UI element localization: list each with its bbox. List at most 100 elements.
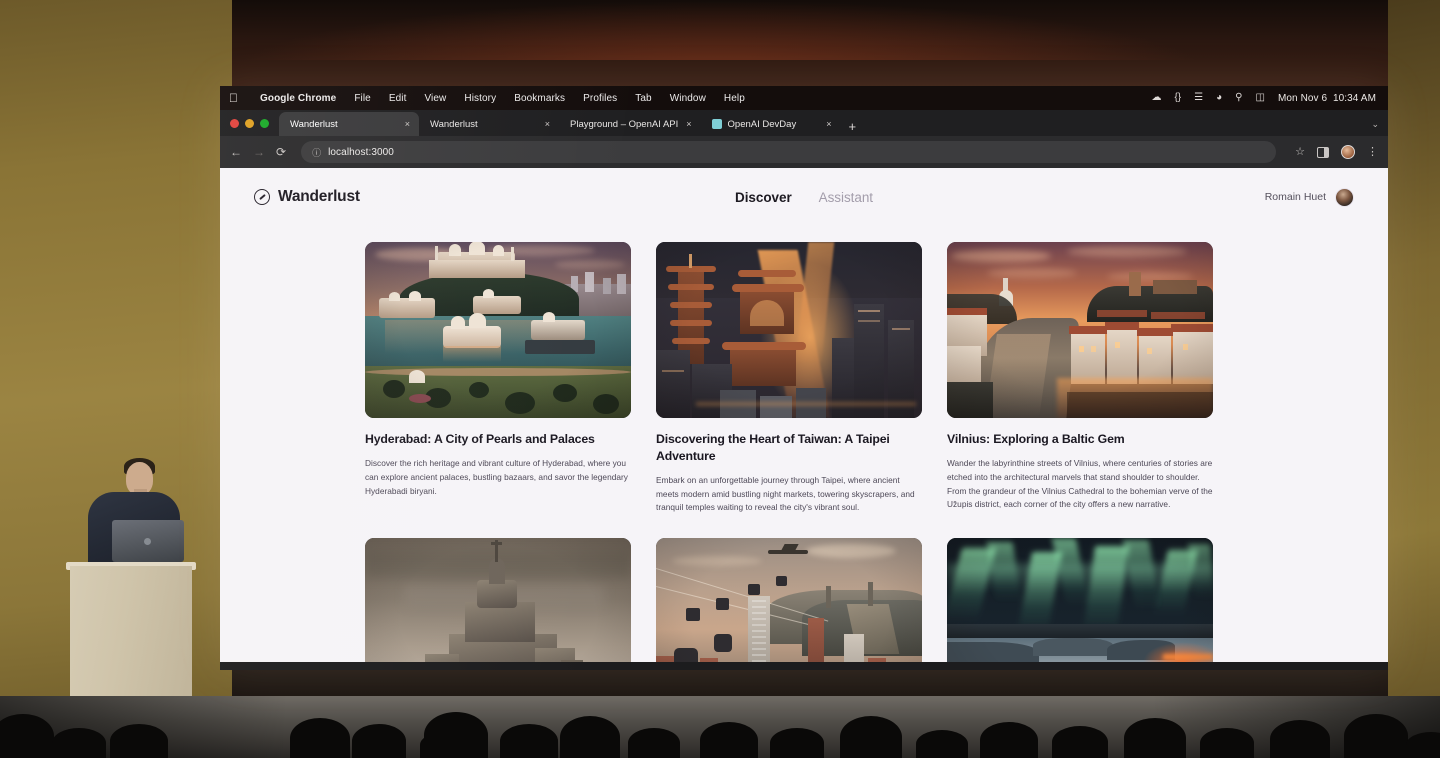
close-tab-icon[interactable]: × [543,119,552,129]
audience-head [628,728,680,758]
menu-item-view[interactable]: View [415,93,455,104]
audience-head [52,728,106,758]
tab-title: Wanderlust [430,119,537,130]
avatar[interactable] [1335,188,1354,207]
destination-card[interactable] [656,538,922,662]
address-bar-value: localhost:3000 [328,147,394,158]
search-icon[interactable]: ⚲ [1235,93,1242,103]
card-image-mont-saint-michel[interactable] [365,538,631,662]
menu-item-file[interactable]: File [345,93,380,104]
site-logo[interactable]: Wanderlust [254,188,360,206]
card-image-vilnius[interactable] [947,242,1213,418]
wanderlust-web-page: Wanderlust Discover Assistant Romain Hue… [220,168,1388,662]
tab-search-area[interactable]: ⌄ [1371,114,1388,136]
chrome-toolbar: ← → ⟳ ⓘ localhost:3000 ☆ ⋮ [220,136,1388,168]
maximize-window-button[interactable] [260,119,269,128]
forward-button[interactable]: → [253,146,265,158]
profile-avatar[interactable] [1341,145,1355,159]
menu-item-help[interactable]: Help [715,93,754,104]
browser-tab-playground[interactable]: Playground – OpenAI API × [559,112,701,136]
menu-item-history[interactable]: History [455,93,505,104]
code-brackets-icon[interactable]: {} [1174,93,1181,103]
card-image-taipei[interactable] [656,242,922,418]
destination-card[interactable]: Vilnius: Exploring a Baltic Gem Wander t… [947,242,1213,515]
audio-levels-icon[interactable]: ☰ [1194,93,1203,103]
menu-item-bookmarks[interactable]: Bookmarks [505,93,574,104]
card-image-aurora[interactable] [947,538,1213,662]
close-window-button[interactable] [230,119,239,128]
audience-head [1344,714,1408,758]
card-title: Vilnius: Exploring a Baltic Gem [947,431,1213,448]
apple-menu-icon[interactable]:  [229,92,238,104]
destination-card-grid: Hyderabad: A City of Pearls and Palaces … [220,242,1388,662]
destination-card[interactable] [365,538,631,662]
nav-tab-assistant[interactable]: Assistant [819,190,873,205]
stage-wall-right [1388,0,1440,758]
menu-bar-clock[interactable]: Mon Nov 6 10:34 AM [1278,93,1376,104]
tab-favicon [712,119,722,129]
destination-card[interactable]: Discovering the Heart of Taiwan: A Taipe… [656,242,922,515]
control-center-icon[interactable]: ◫ [1255,93,1264,103]
audience-head [424,712,488,758]
window-controls[interactable] [228,110,279,136]
audience-head [1124,718,1186,758]
audience-head [0,714,54,758]
wifi-icon[interactable]: ◕ [1216,93,1222,103]
laptop-logo [144,538,151,545]
projection-screen:  Google Chrome File Edit View History B… [220,86,1388,670]
chevron-down-icon[interactable]: ⌄ [1371,119,1379,129]
close-tab-icon[interactable]: × [684,119,693,129]
destination-card[interactable] [947,538,1213,662]
tab-title: Wanderlust [290,119,397,130]
new-tab-button[interactable]: + [841,120,865,136]
browser-tab-openai-devday[interactable]: OpenAI DevDay × [701,112,841,136]
card-title: Discovering the Heart of Taiwan: A Taipe… [656,431,922,465]
card-description: Wander the labyrinthine streets of Vilni… [947,457,1213,512]
audience-head [1406,732,1440,758]
tab-title: OpenAI DevDay [728,119,819,130]
card-image-city-skyline[interactable] [656,538,922,662]
address-bar[interactable]: ⓘ localhost:3000 [301,141,1276,163]
cloud-icon[interactable]: ☁ [1151,93,1161,103]
chrome-tab-strip: Wanderlust × Wanderlust × Playground – O… [220,110,1388,136]
macos-menu-bar:  Google Chrome File Edit View History B… [220,86,1388,110]
bookmark-star-icon[interactable]: ☆ [1295,147,1305,158]
audience-head [290,718,350,758]
close-tab-icon[interactable]: × [824,119,833,129]
audience-head [1052,726,1108,758]
audience-head [980,722,1038,758]
tab-title: Playground – OpenAI API [570,119,678,130]
back-button[interactable]: ← [230,146,242,158]
stage-light-glow [230,0,1210,60]
user-account[interactable]: Romain Huet [1265,188,1354,207]
browser-tab-wanderlust-2[interactable]: Wanderlust × [419,112,559,136]
compass-icon [254,189,270,205]
card-image-hyderabad[interactable] [365,242,631,418]
menu-item-tab[interactable]: Tab [626,93,660,104]
chrome-menu-icon[interactable]: ⋮ [1367,147,1378,158]
info-circle-icon[interactable]: ⓘ [312,146,321,159]
audience-head [500,724,558,758]
browser-tab-wanderlust-1[interactable]: Wanderlust × [279,112,419,136]
menu-item-profiles[interactable]: Profiles [574,93,626,104]
nav-tab-discover[interactable]: Discover [735,190,792,205]
user-name: Romain Huet [1265,191,1326,203]
menu-item-google-chrome[interactable]: Google Chrome [251,93,345,104]
audience-head [560,716,620,758]
audience-head [110,724,168,758]
minimize-window-button[interactable] [245,119,254,128]
main-navigation: Discover Assistant [735,190,873,205]
audience-head [1270,720,1330,758]
close-tab-icon[interactable]: × [403,119,412,129]
menu-item-edit[interactable]: Edit [380,93,416,104]
card-description: Discover the rich heritage and vibrant c… [365,457,631,498]
reload-button[interactable]: ⟳ [276,146,286,158]
destination-card[interactable]: Hyderabad: A City of Pearls and Palaces … [365,242,631,515]
audience-head [1200,728,1254,758]
audience-head [700,722,758,758]
audience-head [840,716,902,758]
site-header: Wanderlust Discover Assistant Romain Hue… [220,168,1388,226]
menu-item-window[interactable]: Window [661,93,715,104]
audience-head [352,724,406,758]
side-panel-icon[interactable] [1317,147,1329,158]
